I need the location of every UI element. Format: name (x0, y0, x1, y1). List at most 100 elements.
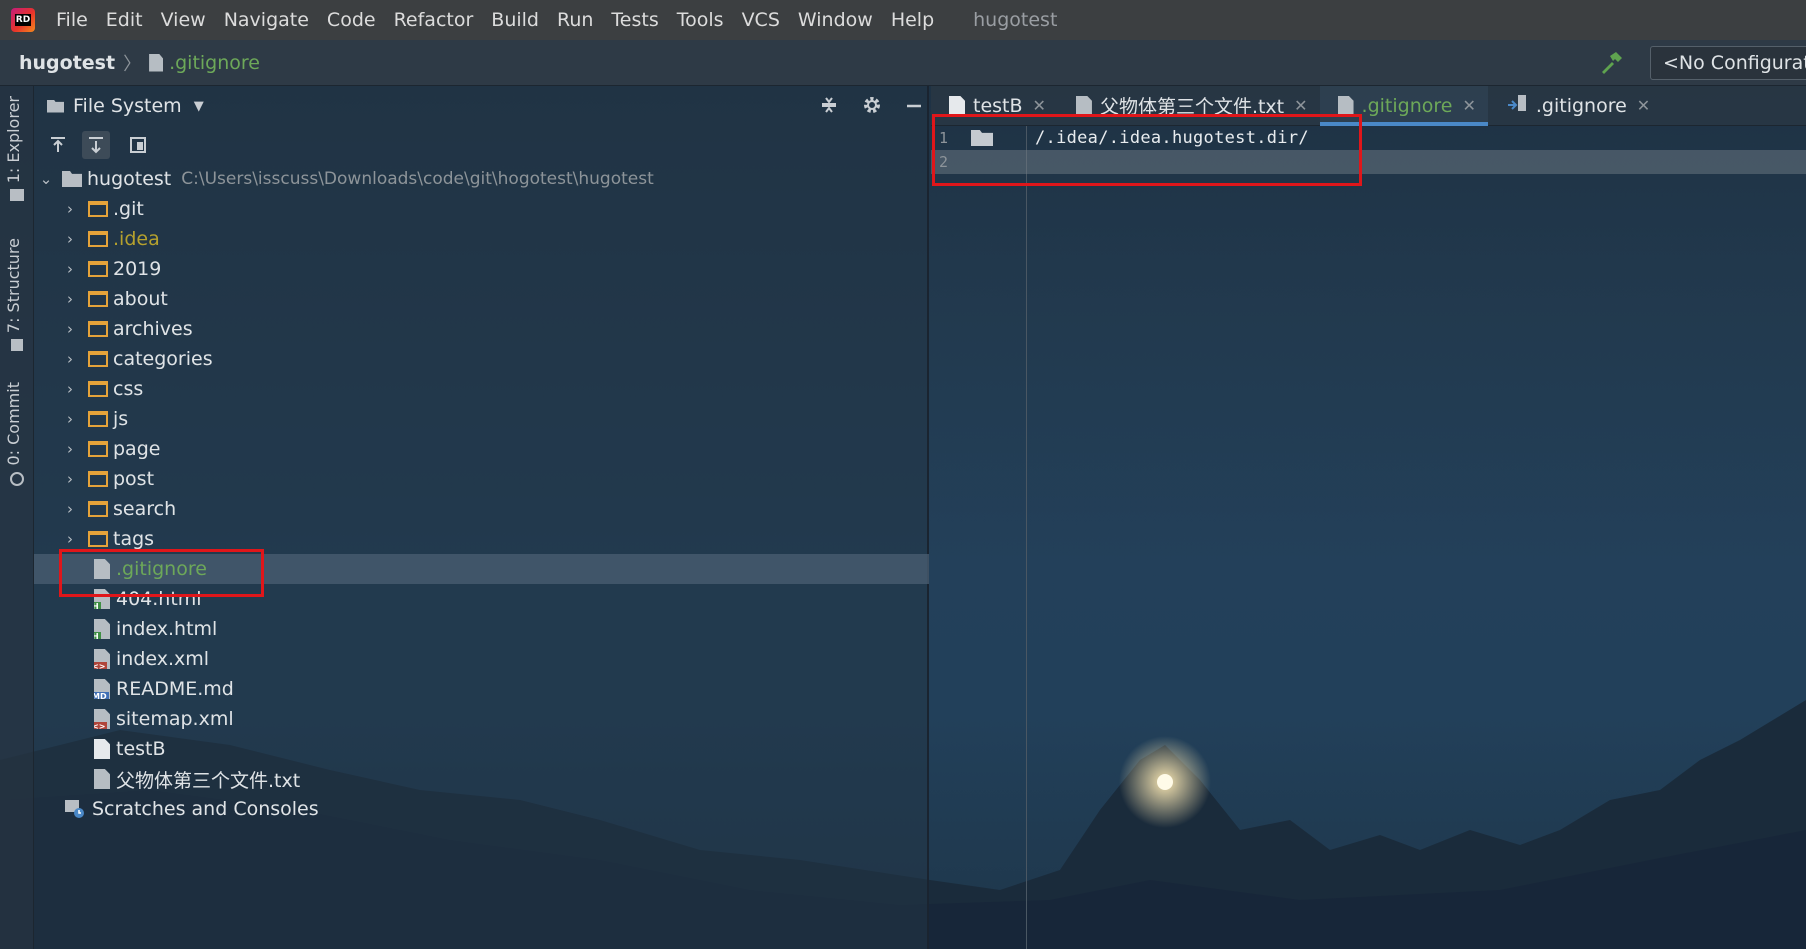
logo-text: RD (14, 14, 32, 26)
folder-icon (88, 471, 108, 487)
chevron-right-icon[interactable]: › (62, 440, 78, 458)
file-badge: H (92, 632, 101, 641)
collapse-all-icon[interactable] (819, 95, 839, 120)
tree-folder-2019[interactable]: › 2019 (34, 254, 929, 284)
gitignore-file-icon (1337, 95, 1354, 116)
tree-folder-git[interactable]: › .git (34, 194, 929, 224)
tree-folder-about[interactable]: › about (34, 284, 929, 314)
tree-folder-post[interactable]: › post (34, 464, 929, 494)
explorer-tool-button[interactable]: 1: Explorer (4, 96, 30, 202)
menu-window[interactable]: Window (789, 9, 882, 31)
tree-scratches[interactable]: Scratches and Consoles (34, 794, 929, 824)
menu-tools[interactable]: Tools (668, 9, 733, 31)
chevron-right-icon[interactable]: › (62, 500, 78, 518)
scroll-from-source-icon[interactable] (44, 131, 72, 159)
folder-icon (88, 381, 108, 397)
highlight-box-gitignore (59, 549, 264, 597)
text-file-icon (949, 95, 965, 116)
tree-file-readme[interactable]: MD README.md (34, 674, 929, 704)
menu-view[interactable]: View (152, 9, 215, 31)
chevron-right-icon[interactable]: › (62, 470, 78, 488)
tree-file-txt[interactable]: 父物体第三个文件.txt (34, 764, 929, 794)
window-title: hugotest (973, 9, 1058, 31)
menu-edit[interactable]: Edit (97, 9, 152, 31)
file-tree: ⌄ hugotest C:\Users\isscuss\Downloads\co… (34, 164, 929, 824)
tree-folder-css[interactable]: › css (34, 374, 929, 404)
folder-icon (88, 261, 108, 277)
tree-folder-idea[interactable]: › .idea (34, 224, 929, 254)
folder-label: .git (113, 198, 144, 220)
project-panel-header: File System ▼ (34, 86, 929, 126)
menu-code[interactable]: Code (318, 9, 385, 31)
folder-label: post (113, 468, 155, 490)
tree-folder-categories[interactable]: › categories (34, 344, 929, 374)
close-icon[interactable]: ✕ (1294, 96, 1307, 115)
chevron-right-icon[interactable]: › (62, 380, 78, 398)
folder-icon (88, 201, 108, 217)
chevron-right-icon[interactable]: › (62, 230, 78, 248)
folder-label: js (113, 408, 129, 430)
tree-folder-search[interactable]: › search (34, 494, 929, 524)
xml-file-icon: <> (94, 709, 110, 729)
highlight-box-editor (932, 114, 1362, 186)
build-hammer-icon[interactable] (1598, 50, 1624, 76)
folder-icon (88, 321, 108, 337)
file-label: testB (116, 738, 166, 760)
tree-folder-page[interactable]: › page (34, 434, 929, 464)
chevron-right-icon[interactable]: › (62, 410, 78, 428)
menu-build[interactable]: Build (482, 9, 548, 31)
chevron-right-icon[interactable]: › (62, 320, 78, 338)
tree-folder-js[interactable]: › js (34, 404, 929, 434)
preview-icon[interactable] (124, 131, 152, 159)
run-configuration-selector[interactable]: <No Configurati (1650, 46, 1806, 80)
menu-bar: RD File Edit View Navigate Code Refactor… (0, 0, 1806, 40)
tab-gitignore-diff[interactable]: .gitignore ✕ (1488, 86, 1662, 126)
tree-file-testb[interactable]: testB (34, 734, 929, 764)
menu-refactor[interactable]: Refactor (385, 9, 483, 31)
text-file-icon (94, 769, 110, 789)
menu-tests[interactable]: Tests (602, 9, 667, 31)
file-label: README.md (116, 678, 234, 700)
commit-tool-button[interactable]: 0: Commit (4, 382, 30, 486)
commit-tool-label: 0: Commit (4, 382, 23, 466)
root-folder-path: C:\Users\isscuss\Downloads\code\git\hogo… (181, 169, 654, 189)
left-tool-stripe: 1: Explorer 7: Structure 0: Commit (0, 86, 34, 949)
chevron-right-icon[interactable]: › (62, 530, 78, 548)
file-label: index.html (116, 618, 218, 640)
menu-help[interactable]: Help (882, 9, 943, 31)
autoscroll-to-source-icon[interactable] (82, 131, 110, 159)
folder-icon (88, 441, 108, 457)
folder-icon (10, 189, 24, 202)
menu-run[interactable]: Run (548, 9, 602, 31)
menu-file[interactable]: File (47, 9, 97, 31)
navigation-bar: hugotest 〉 .gitignore <No Configurati (0, 40, 1806, 86)
chevron-right-icon[interactable]: › (62, 200, 78, 218)
tab-label: .gitignore (1535, 94, 1627, 117)
breadcrumb-root[interactable]: hugotest (19, 52, 115, 74)
folder-label: archives (113, 318, 193, 340)
tree-root[interactable]: ⌄ hugotest C:\Users\isscuss\Downloads\co… (34, 164, 929, 194)
breadcrumb-file[interactable]: .gitignore (169, 52, 260, 74)
view-selector[interactable]: File System (73, 95, 182, 117)
close-icon[interactable]: ✕ (1462, 96, 1475, 115)
scratches-label: Scratches and Consoles (92, 798, 319, 820)
hide-panel-icon[interactable] (905, 96, 923, 120)
tree-file-sitemap[interactable]: <> sitemap.xml (34, 704, 929, 734)
tree-file-index-html[interactable]: H index.html (34, 614, 929, 644)
chevron-right-icon[interactable]: › (62, 290, 78, 308)
gear-icon[interactable] (861, 94, 883, 121)
tree-file-index-xml[interactable]: <> index.xml (34, 644, 929, 674)
close-icon[interactable]: ✕ (1637, 96, 1650, 115)
chevron-right-icon[interactable]: › (62, 260, 78, 278)
menu-navigate[interactable]: Navigate (215, 9, 318, 31)
file-badge: <> (92, 722, 108, 731)
chevron-right-icon[interactable]: › (62, 350, 78, 368)
structure-icon (11, 339, 23, 352)
structure-tool-button[interactable]: 7: Structure (4, 238, 30, 352)
tree-folder-archives[interactable]: › archives (34, 314, 929, 344)
gitignore-file-icon (149, 53, 164, 72)
chevron-down-icon[interactable]: ⌄ (38, 170, 54, 188)
close-icon[interactable]: ✕ (1033, 96, 1046, 115)
dropdown-caret-icon[interactable]: ▼ (194, 99, 204, 114)
menu-vcs[interactable]: VCS (733, 9, 789, 31)
